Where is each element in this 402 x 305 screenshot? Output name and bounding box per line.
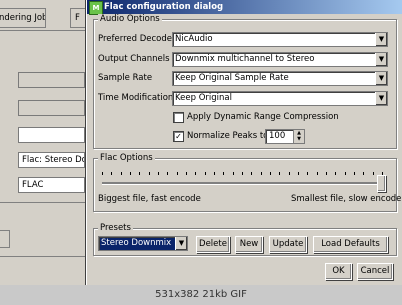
slider-tick	[195, 172, 197, 175]
update-preset-button[interactable]: Update	[269, 236, 307, 253]
chevron-down-icon[interactable]: ▼	[175, 237, 187, 250]
slider-tick	[176, 172, 178, 175]
bg-field-format[interactable]: FLAC	[18, 177, 85, 193]
flac-options-legend: Flac Options	[98, 153, 155, 163]
time-modification-select[interactable]: Keep Original ▼	[172, 91, 388, 106]
preferred-decoder-select[interactable]: NicAudio ▼	[172, 32, 388, 47]
slider-tick	[270, 172, 271, 175]
slider-tick	[148, 172, 150, 175]
load-defaults-button[interactable]: Load Defaults	[313, 236, 388, 253]
app-icon: M	[89, 1, 103, 15]
slider-tick	[186, 172, 187, 175]
new-preset-button[interactable]: New	[235, 236, 263, 253]
preferred-decoder-value: NicAudio	[175, 34, 213, 44]
slider-tick	[372, 172, 374, 175]
slider-tick	[316, 172, 318, 175]
bg-field-1[interactable]	[18, 72, 85, 88]
normalize-checkbox[interactable]: ✓	[173, 131, 184, 142]
flac-config-dialog: M Flac configuration dialog Audio Option…	[86, 0, 402, 285]
preferred-decoder-label: Preferred Decoder	[98, 34, 176, 44]
slider-tick	[344, 172, 346, 175]
slider-tick	[204, 172, 206, 175]
bg-field-2[interactable]	[18, 100, 85, 116]
cancel-button[interactable]: Cancel	[357, 263, 393, 280]
chevron-down-icon[interactable]: ▼	[375, 72, 387, 85]
normalize-peaks-value: 100	[269, 131, 286, 141]
chevron-down-icon[interactable]: ▼	[375, 92, 387, 105]
ok-button[interactable]: OK	[325, 263, 352, 280]
slider-tick	[139, 172, 141, 175]
slider-tick	[102, 172, 103, 175]
chevron-down-icon[interactable]: ▼	[375, 33, 387, 46]
slider-tick	[158, 172, 159, 175]
slider-tick	[288, 172, 290, 175]
delete-preset-button[interactable]: Delete	[196, 236, 230, 253]
slider-tick	[214, 172, 215, 175]
bg-divider	[0, 30, 86, 31]
slider-tick	[279, 172, 281, 175]
preset-select[interactable]: Stereo Downmix ▼	[98, 236, 188, 251]
slider-tick	[326, 172, 327, 175]
drc-label: Apply Dynamic Range Compression	[187, 112, 339, 122]
normalize-label: Normalize Peaks to	[187, 131, 269, 141]
drc-checkbox[interactable]	[173, 112, 184, 123]
bg-field-blank[interactable]	[18, 127, 85, 143]
stepper-buttons[interactable]: ▲ ▼	[293, 130, 304, 143]
slider-tick	[111, 172, 113, 175]
bg-divider-3	[0, 256, 86, 257]
compression-slider-track[interactable]	[102, 182, 382, 185]
slider-left-caption: Biggest file, fast encode	[98, 194, 201, 204]
slider-tick	[223, 172, 225, 175]
output-channels-label: Output Channels	[98, 54, 170, 64]
dialog-title: Flac configuration dialog	[104, 2, 224, 12]
slider-tick	[298, 172, 299, 175]
bg-divider-2	[0, 202, 86, 203]
slider-tick	[260, 172, 262, 175]
slider-tick	[354, 172, 355, 175]
sample-rate-select[interactable]: Keep Original Sample Rate ▼	[172, 71, 388, 86]
output-channels-select[interactable]: Downmix multichannel to Stereo ▼	[172, 52, 388, 67]
bg-button[interactable]	[0, 230, 10, 248]
slider-tick	[130, 172, 131, 175]
chevron-down-icon[interactable]: ▼	[375, 53, 387, 66]
title-bar[interactable]: M Flac configuration dialog	[87, 0, 402, 15]
normalize-peaks-stepper[interactable]: 100 ▲ ▼	[265, 129, 305, 144]
slider-tick	[335, 172, 337, 175]
bg-tab-rendering-job[interactable]: ndering Job	[0, 8, 46, 28]
image-caption: 531x382 21kb GIF	[0, 285, 402, 305]
slider-tick	[167, 172, 169, 175]
slider-right-caption: Smallest file, slow encode	[291, 194, 402, 204]
time-modification-label: Time Modification	[98, 93, 174, 103]
slider-tick	[363, 172, 365, 175]
output-channels-value: Downmix multichannel to Stereo	[175, 54, 315, 64]
slider-tick	[120, 172, 122, 175]
stepper-down-icon[interactable]: ▼	[294, 136, 304, 142]
bg-field-flac-preset[interactable]: Flac: Stereo Downmix	[18, 152, 85, 168]
sample-rate-label: Sample Rate	[98, 73, 153, 83]
preset-value: Stereo Downmix	[101, 238, 172, 248]
sample-rate-value: Keep Original Sample Rate	[175, 73, 289, 83]
slider-tick	[307, 172, 309, 175]
time-modification-value: Keep Original	[175, 93, 232, 103]
audio-options-legend: Audio Options	[98, 14, 162, 24]
slider-tick	[232, 172, 234, 175]
slider-tick	[251, 172, 253, 175]
presets-legend: Presets	[98, 223, 133, 233]
compression-slider-thumb[interactable]	[377, 175, 386, 192]
slider-tick	[242, 172, 243, 175]
